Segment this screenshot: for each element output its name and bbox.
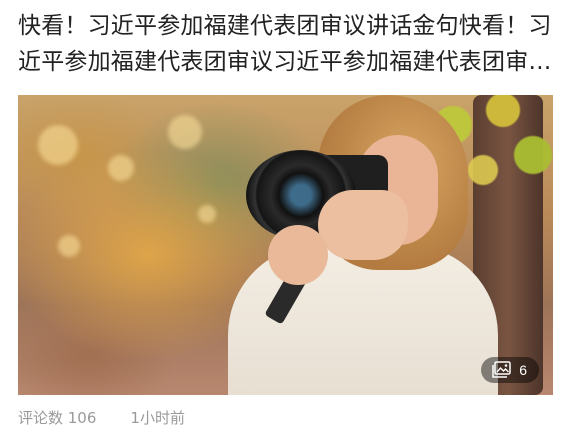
publish-time: 1小时前 [130, 408, 185, 427]
article-headline[interactable]: 快看！习近平参加福建代表团审议讲话金句快看！习近平参加福建代表团审议习近平参加福… [18, 8, 558, 80]
image-count: 6 [519, 362, 527, 378]
news-card[interactable]: 快看！习近平参加福建代表团审议讲话金句快看！习近平参加福建代表团审议习近平参加福… [0, 0, 573, 445]
article-photo[interactable]: 6 [18, 95, 553, 395]
gallery-icon [492, 361, 511, 378]
image-count-badge: 6 [481, 357, 539, 383]
article-meta: 评论数 106 1小时前 [18, 406, 185, 428]
comment-count: 评论数 106 [18, 408, 97, 427]
